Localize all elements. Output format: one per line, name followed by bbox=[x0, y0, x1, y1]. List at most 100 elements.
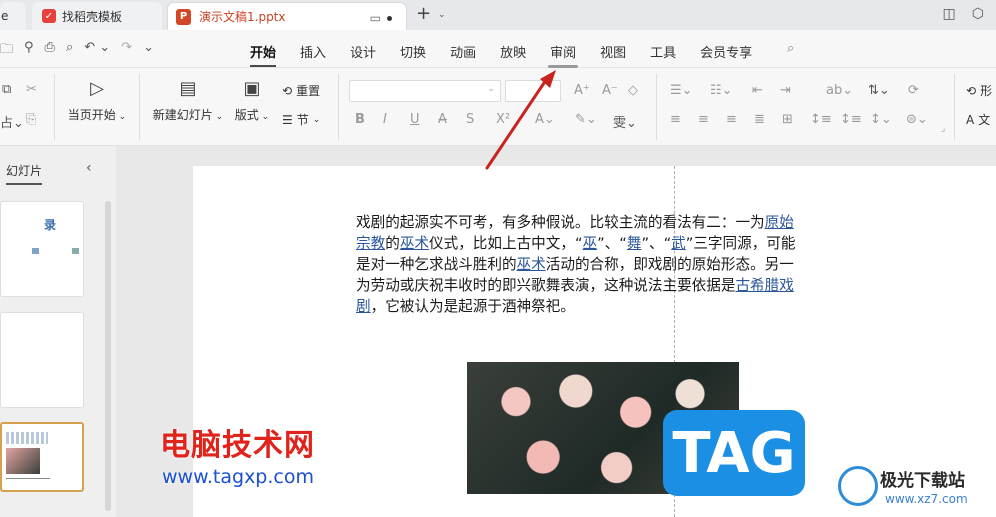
justify-icon[interactable]: ≣ bbox=[754, 112, 765, 127]
thumbnail-3-line bbox=[6, 478, 50, 479]
ribbon-tabs: 开始 插入 设计 切换 动画 放映 审阅 视图 工具 会员专享 bbox=[250, 42, 776, 68]
undo-icon[interactable]: ↶ ⌄ bbox=[84, 40, 110, 62]
panel-scrollbar[interactable] bbox=[105, 201, 111, 511]
highlight-icon[interactable]: ✎⌄ bbox=[575, 112, 597, 127]
text-run: 的 bbox=[385, 235, 400, 252]
menu-member[interactable]: 会员专享 bbox=[700, 42, 752, 61]
hyperlink[interactable]: 巫术 bbox=[517, 256, 546, 273]
underline-icon[interactable]: U bbox=[410, 112, 420, 127]
shape-icon: ⟲ bbox=[966, 83, 977, 98]
menu-insert[interactable]: 插入 bbox=[300, 42, 326, 61]
bullet-list-icon[interactable]: ☰⌄ bbox=[670, 83, 693, 98]
hyperlink[interactable]: 舞 bbox=[627, 235, 642, 252]
menu-animation[interactable]: 动画 bbox=[450, 42, 476, 61]
textbox-button[interactable]: A 文 bbox=[966, 111, 990, 128]
paragraph-spacing-icon[interactable]: ↕≡ bbox=[840, 112, 862, 127]
text-run: ”、“ bbox=[597, 235, 627, 252]
paste-label-icon[interactable]: 占⌄ bbox=[0, 112, 24, 131]
redo-icon[interactable]: ↷ bbox=[121, 40, 132, 62]
shadow-icon[interactable]: S bbox=[466, 112, 474, 127]
menu-review[interactable]: 审阅 bbox=[548, 42, 579, 68]
screen-icon[interactable]: ▭ bbox=[370, 11, 381, 25]
font-color-icon[interactable]: A⌄ bbox=[535, 112, 555, 127]
layout-label: 版式 bbox=[234, 108, 259, 122]
hyperlink[interactable]: 武 bbox=[671, 235, 686, 252]
from-current-slide-button[interactable]: ▷ 当页开始 ⌄ bbox=[66, 78, 128, 123]
reset-button[interactable]: ⟲ 重置 bbox=[282, 82, 320, 99]
tab-template-store[interactable]: ✓ 找稻壳模板 bbox=[32, 2, 162, 30]
cube-icon[interactable]: ⬡ bbox=[972, 6, 984, 22]
menu-view[interactable]: 视图 bbox=[600, 42, 626, 61]
save-icon[interactable]: 🗀 bbox=[0, 40, 13, 62]
link-icon[interactable]: ⚲ bbox=[24, 40, 34, 62]
section-button[interactable]: ☰ 节 ⌄ bbox=[282, 111, 320, 128]
textbox-label: 文 bbox=[978, 113, 991, 127]
font-family-select[interactable]: ⌄ bbox=[349, 80, 501, 102]
menu-slideshow[interactable]: 放映 bbox=[500, 42, 526, 61]
decrease-font-icon[interactable]: A⁻ bbox=[602, 83, 618, 98]
play-icon: ▷ bbox=[90, 78, 104, 99]
shape-button[interactable]: ⟲ 形 bbox=[966, 82, 992, 99]
italic-icon[interactable]: I bbox=[383, 112, 387, 127]
align-left-icon[interactable]: ≡ bbox=[670, 112, 681, 127]
increase-font-icon[interactable]: A⁺ bbox=[574, 83, 590, 98]
watermark-url-text: www.tagxp.com bbox=[162, 466, 314, 488]
menu-transition[interactable]: 切换 bbox=[400, 42, 426, 61]
decrease-indent-icon[interactable]: ⇤ bbox=[752, 83, 763, 98]
sort-icon[interactable]: ⇅⌄ bbox=[868, 83, 890, 98]
tab-document-label: 演示文稿1.pptx bbox=[199, 10, 286, 24]
superscript-icon[interactable]: X² bbox=[496, 112, 510, 127]
copy-icon[interactable]: ⧉ bbox=[2, 82, 11, 97]
hyperlink[interactable]: 巫 bbox=[583, 235, 598, 252]
new-slide-button[interactable]: ▤ 新建幻灯片 ⌄ bbox=[150, 78, 226, 123]
xz7-logo-icon bbox=[838, 466, 878, 506]
search-icon[interactable]: ⌕ bbox=[787, 41, 794, 56]
section-label: 节 bbox=[296, 113, 309, 127]
numbered-list-icon[interactable]: ☷⌄ bbox=[710, 83, 733, 98]
ribbon-toolbar: ⧉ ✂ 占⌄ ⎘ ▷ 当页开始 ⌄ ▤ 新建幻灯片 ⌄ ▣ 版式 ⌄ ⟲ 重置 … bbox=[0, 68, 996, 146]
menu-tools[interactable]: 工具 bbox=[650, 42, 676, 61]
hyperlink[interactable]: 巫术 bbox=[400, 235, 429, 252]
print-preview-icon[interactable]: ⌕ bbox=[66, 40, 73, 62]
text-box-icon[interactable]: ⊜⌄ bbox=[906, 112, 928, 127]
daoke-logo-icon: ✓ bbox=[42, 9, 56, 23]
paragraph-settings-icon[interactable]: ⌟ bbox=[941, 124, 945, 134]
menu-bar: 🗀 ⚲ ⎙ ⌕ ↶ ⌄ ↷ ⌄ 开始 插入 设计 切换 动画 放映 审阅 视图 … bbox=[0, 30, 996, 68]
print-icon[interactable]: ⎙ bbox=[45, 40, 55, 62]
window-layout-icon[interactable]: ◫ bbox=[943, 6, 956, 22]
new-tab-dropdown-icon[interactable]: ⌄ bbox=[438, 10, 446, 20]
layout-button[interactable]: ▣ 版式 ⌄ bbox=[232, 78, 272, 123]
thumbnail-3-image bbox=[6, 448, 40, 474]
collapse-panel-icon[interactable]: ‹ bbox=[86, 160, 92, 176]
slide-thumbnail-2[interactable] bbox=[0, 312, 84, 408]
clear-format-icon[interactable]: ◇ bbox=[628, 83, 638, 98]
font-size-select[interactable] bbox=[505, 80, 561, 102]
new-tab-plus-icon[interactable]: + bbox=[416, 3, 431, 24]
slide[interactable]: 戏剧的起源实不可考，有多种假说。比较主流的看法有二：一为原始宗教的巫术仪式，比如… bbox=[193, 166, 996, 517]
increase-indent-icon[interactable]: ⇥ bbox=[780, 83, 791, 98]
menu-design[interactable]: 设计 bbox=[350, 42, 376, 61]
text-direction-icon[interactable]: ab⌄ bbox=[826, 83, 853, 98]
format-painter-icon[interactable]: ⎘ bbox=[26, 112, 36, 127]
menu-start[interactable]: 开始 bbox=[250, 42, 277, 67]
line-spacing-icon[interactable]: ↕≡ bbox=[810, 112, 832, 127]
strikethrough-icon[interactable]: A̶ bbox=[438, 112, 447, 127]
convert-icon[interactable]: ⟳ bbox=[908, 83, 919, 98]
slide-text-box[interactable]: 戏剧的起源实不可考，有多种假说。比较主流的看法有二：一为原始宗教的巫术仪式，比如… bbox=[356, 212, 801, 317]
section-icon: ☰ bbox=[282, 112, 293, 127]
slide-thumbnail-3-selected[interactable] bbox=[0, 422, 84, 492]
slides-panel-title[interactable]: 幻灯片 bbox=[6, 162, 43, 185]
tab-partial[interactable]: e bbox=[0, 2, 26, 30]
tab-document[interactable]: P 演示文稿1.pptx ▭ bbox=[167, 2, 407, 30]
phonetic-icon[interactable]: 雯⌄ bbox=[613, 112, 637, 131]
cut-icon[interactable]: ✂ bbox=[26, 82, 37, 97]
slide-thumbnail-1[interactable]: 录 bbox=[0, 201, 84, 297]
align-right-icon[interactable]: ≡ bbox=[726, 112, 737, 127]
reset-label: 重置 bbox=[296, 84, 321, 98]
distribute-icon[interactable]: ⊞ bbox=[782, 112, 793, 127]
vertical-align-icon[interactable]: ↕⌄ bbox=[870, 112, 892, 127]
align-center-icon[interactable]: ≡ bbox=[698, 112, 709, 127]
text-run: 仪式，比如上古中文，“ bbox=[429, 235, 583, 252]
more-dropdown-icon[interactable]: ⌄ bbox=[143, 40, 154, 62]
bold-icon[interactable]: B bbox=[355, 112, 365, 127]
